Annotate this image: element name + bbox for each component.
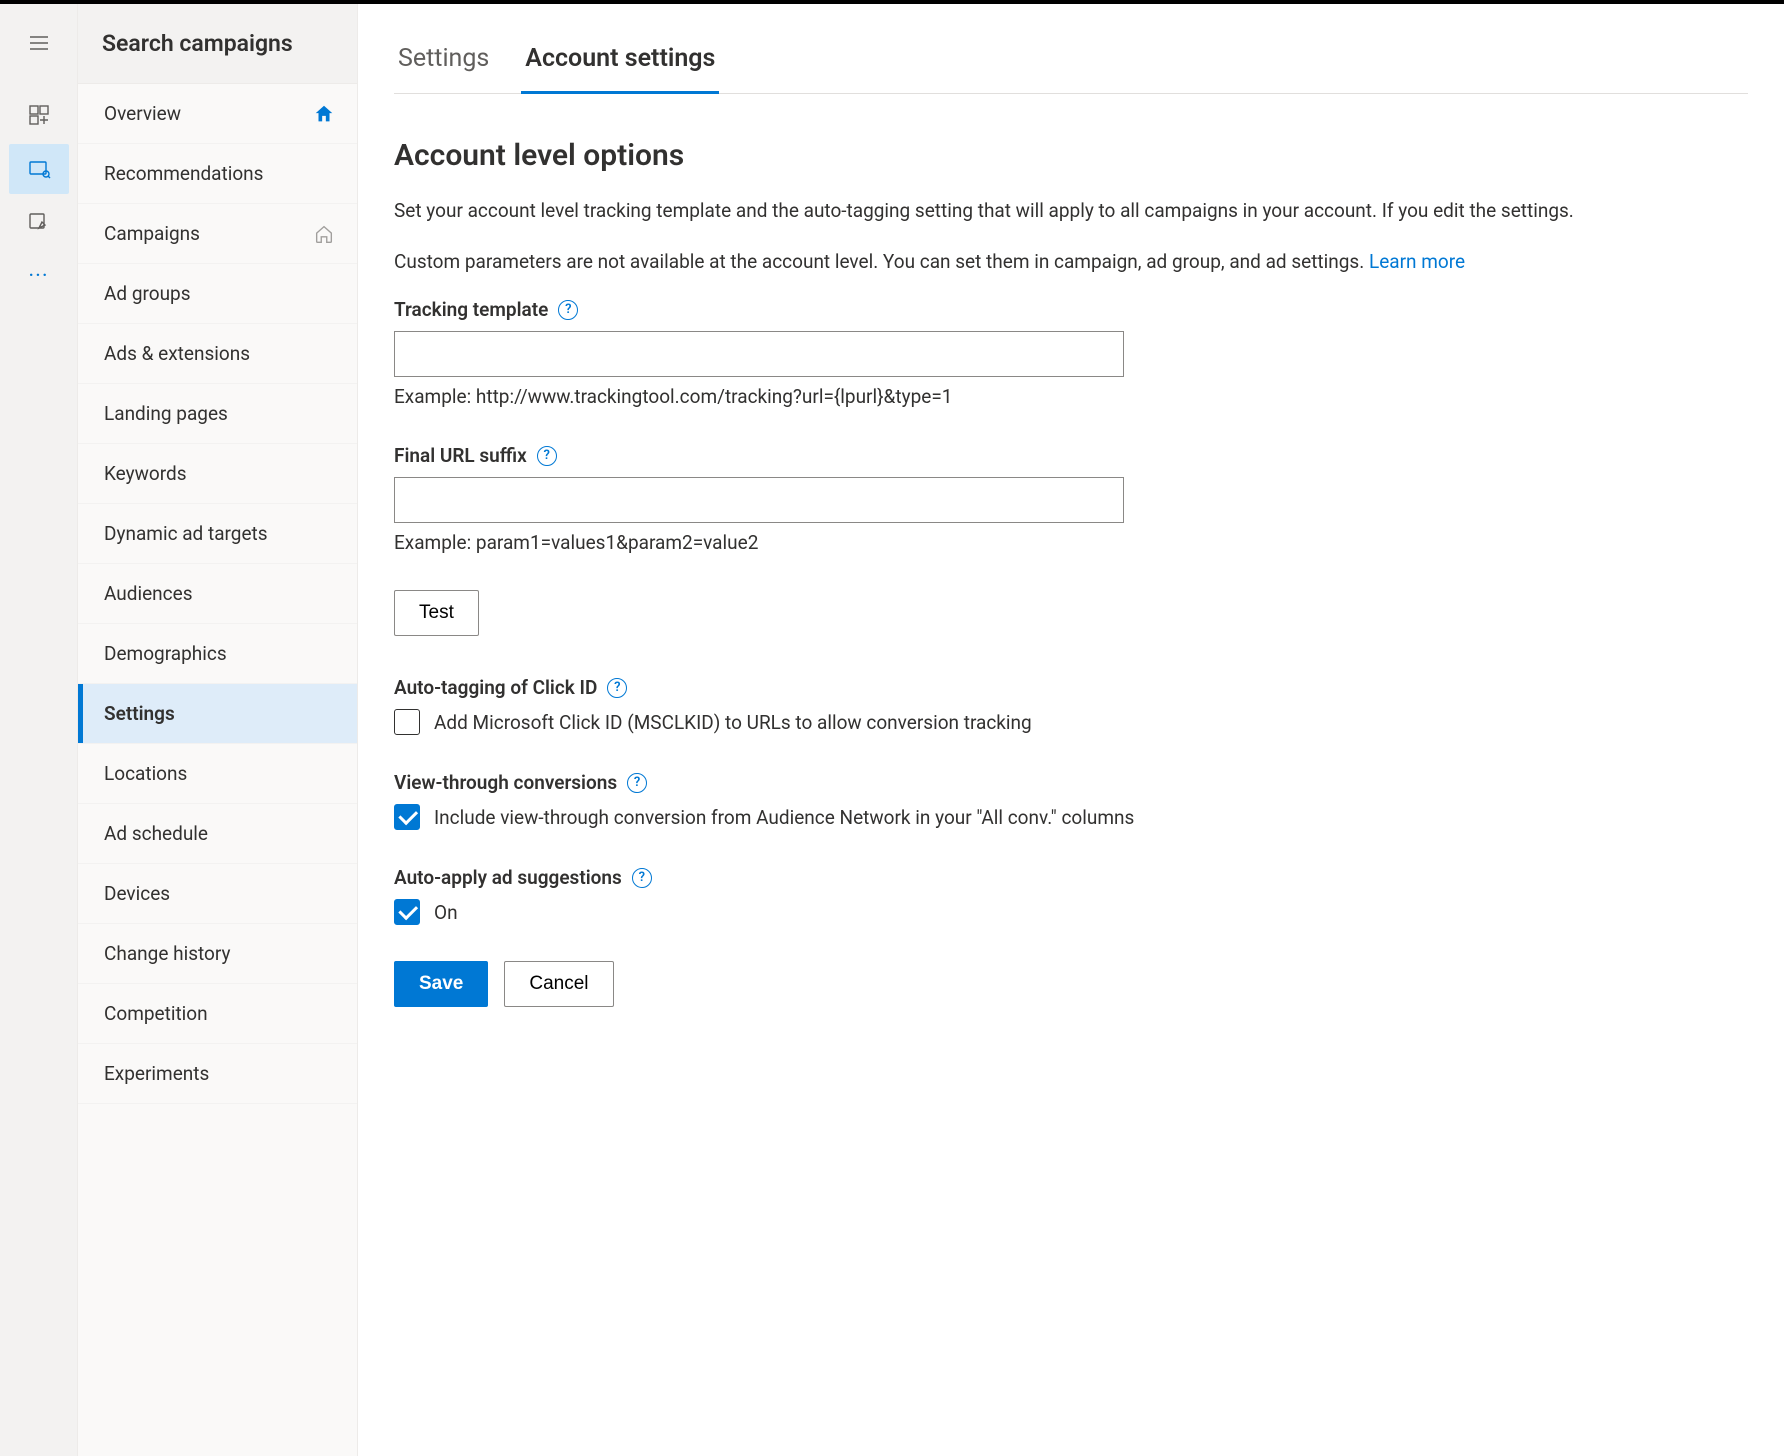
description-2: Custom parameters are not available at t… xyxy=(394,248,1748,277)
sidebar-item-change-history[interactable]: Change history xyxy=(78,924,357,984)
sidebar-item-dynamic-ad-targets[interactable]: Dynamic ad targets xyxy=(78,504,357,564)
page-title: Account level options xyxy=(394,138,1748,173)
auto-apply-check-label: On xyxy=(434,901,458,924)
auto-tagging-check-label: Add Microsoft Click ID (MSCLKID) to URLs… xyxy=(434,711,1032,734)
main-content: Settings Account settings Account level … xyxy=(358,4,1784,1456)
grid-icon xyxy=(27,103,51,127)
sidebar-item-label: Keywords xyxy=(104,462,187,485)
sidebar-item-label: Recommendations xyxy=(104,162,263,185)
auto-tagging-checkbox[interactable] xyxy=(394,709,420,735)
home-filled-icon xyxy=(313,103,335,125)
sidebar-item-label: Competition xyxy=(104,1002,208,1025)
sidebar-item-ads-extensions[interactable]: Ads & extensions xyxy=(78,324,357,384)
sidebar-item-recommendations[interactable]: Recommendations xyxy=(78,144,357,204)
sidebar-item-locations[interactable]: Locations xyxy=(78,744,357,804)
sidebar-title: Search campaigns xyxy=(78,4,357,84)
sidebar-item-label: Dynamic ad targets xyxy=(104,522,268,545)
sidebar-item-label: Ad schedule xyxy=(104,822,208,845)
icon-rail: ··· xyxy=(0,4,78,1456)
sidebar-item-label: Change history xyxy=(104,942,230,965)
final-url-suffix-label: Final URL suffix xyxy=(394,444,527,467)
recommendations-icon xyxy=(27,157,51,181)
help-icon[interactable]: ? xyxy=(537,446,557,466)
sidebar-item-demographics[interactable]: Demographics xyxy=(78,624,357,684)
final-url-suffix-example: Example: param1=values1&param2=value2 xyxy=(394,531,1748,554)
sidebar-item-ad-groups[interactable]: Ad groups xyxy=(78,264,357,324)
sidebar-item-campaigns[interactable]: Campaigns xyxy=(78,204,357,264)
sidebar-item-competition[interactable]: Competition xyxy=(78,984,357,1044)
sidebar-item-label: Settings xyxy=(104,702,175,725)
rail-grid-button[interactable] xyxy=(9,90,69,140)
tab-settings[interactable]: Settings xyxy=(394,26,493,93)
rail-recommendations-button[interactable] xyxy=(9,144,69,194)
sidebar-item-landing-pages[interactable]: Landing pages xyxy=(78,384,357,444)
help-icon[interactable]: ? xyxy=(607,678,627,698)
sidebar-item-devices[interactable]: Devices xyxy=(78,864,357,924)
sidebar-item-settings[interactable]: Settings xyxy=(78,684,357,744)
tracking-template-label: Tracking template xyxy=(394,298,548,321)
tab-account-settings[interactable]: Account settings xyxy=(521,26,719,93)
sidebar-item-label: Audiences xyxy=(104,582,193,605)
cancel-button[interactable]: Cancel xyxy=(504,961,613,1007)
learn-more-link[interactable]: Learn more xyxy=(1369,250,1465,273)
sidebar-item-label: Ads & extensions xyxy=(104,342,250,365)
help-icon[interactable]: ? xyxy=(627,773,647,793)
vtc-label: View-through conversions xyxy=(394,771,617,794)
auto-tagging-label: Auto-tagging of Click ID xyxy=(394,676,597,699)
vtc-checkbox[interactable] xyxy=(394,804,420,830)
hamburger-button[interactable] xyxy=(9,18,69,68)
sidebar-item-label: Ad groups xyxy=(104,282,191,305)
sidebar-item-label: Landing pages xyxy=(104,402,228,425)
sidebar-item-keywords[interactable]: Keywords xyxy=(78,444,357,504)
ellipsis-icon: ··· xyxy=(28,266,48,288)
lightning-icon xyxy=(27,211,51,235)
final-url-suffix-input[interactable] xyxy=(394,477,1124,523)
test-button[interactable]: Test xyxy=(394,590,479,636)
tracking-template-input[interactable] xyxy=(394,331,1124,377)
hamburger-icon xyxy=(27,31,51,55)
sidebar-item-label: Campaigns xyxy=(104,222,200,245)
sidebar-item-overview[interactable]: Overview xyxy=(78,84,357,144)
sidebar-item-label: Demographics xyxy=(104,642,227,665)
help-icon[interactable]: ? xyxy=(632,868,652,888)
rail-tools-button[interactable] xyxy=(9,198,69,248)
sidebar-item-ad-schedule[interactable]: Ad schedule xyxy=(78,804,357,864)
sidebar-item-label: Locations xyxy=(104,762,187,785)
rail-more-button[interactable]: ··· xyxy=(9,252,69,302)
save-button[interactable]: Save xyxy=(394,961,488,1007)
tracking-template-example: Example: http://www.trackingtool.com/tra… xyxy=(394,385,1748,408)
home-outline-icon xyxy=(313,223,335,245)
sidebar-item-label: Experiments xyxy=(104,1062,209,1085)
sidebar-item-label: Devices xyxy=(104,882,170,905)
sidebar-item-experiments[interactable]: Experiments xyxy=(78,1044,357,1104)
sidebar-item-audiences[interactable]: Audiences xyxy=(78,564,357,624)
sidebar: Search campaigns Overview Recommendation… xyxy=(78,4,358,1456)
auto-apply-label: Auto-apply ad suggestions xyxy=(394,866,622,889)
sidebar-item-label: Overview xyxy=(104,102,181,125)
help-icon[interactable]: ? xyxy=(558,300,578,320)
description-1: Set your account level tracking template… xyxy=(394,197,1748,226)
auto-apply-checkbox[interactable] xyxy=(394,899,420,925)
vtc-check-label: Include view-through conversion from Aud… xyxy=(434,806,1134,829)
tabs: Settings Account settings xyxy=(394,26,1748,94)
